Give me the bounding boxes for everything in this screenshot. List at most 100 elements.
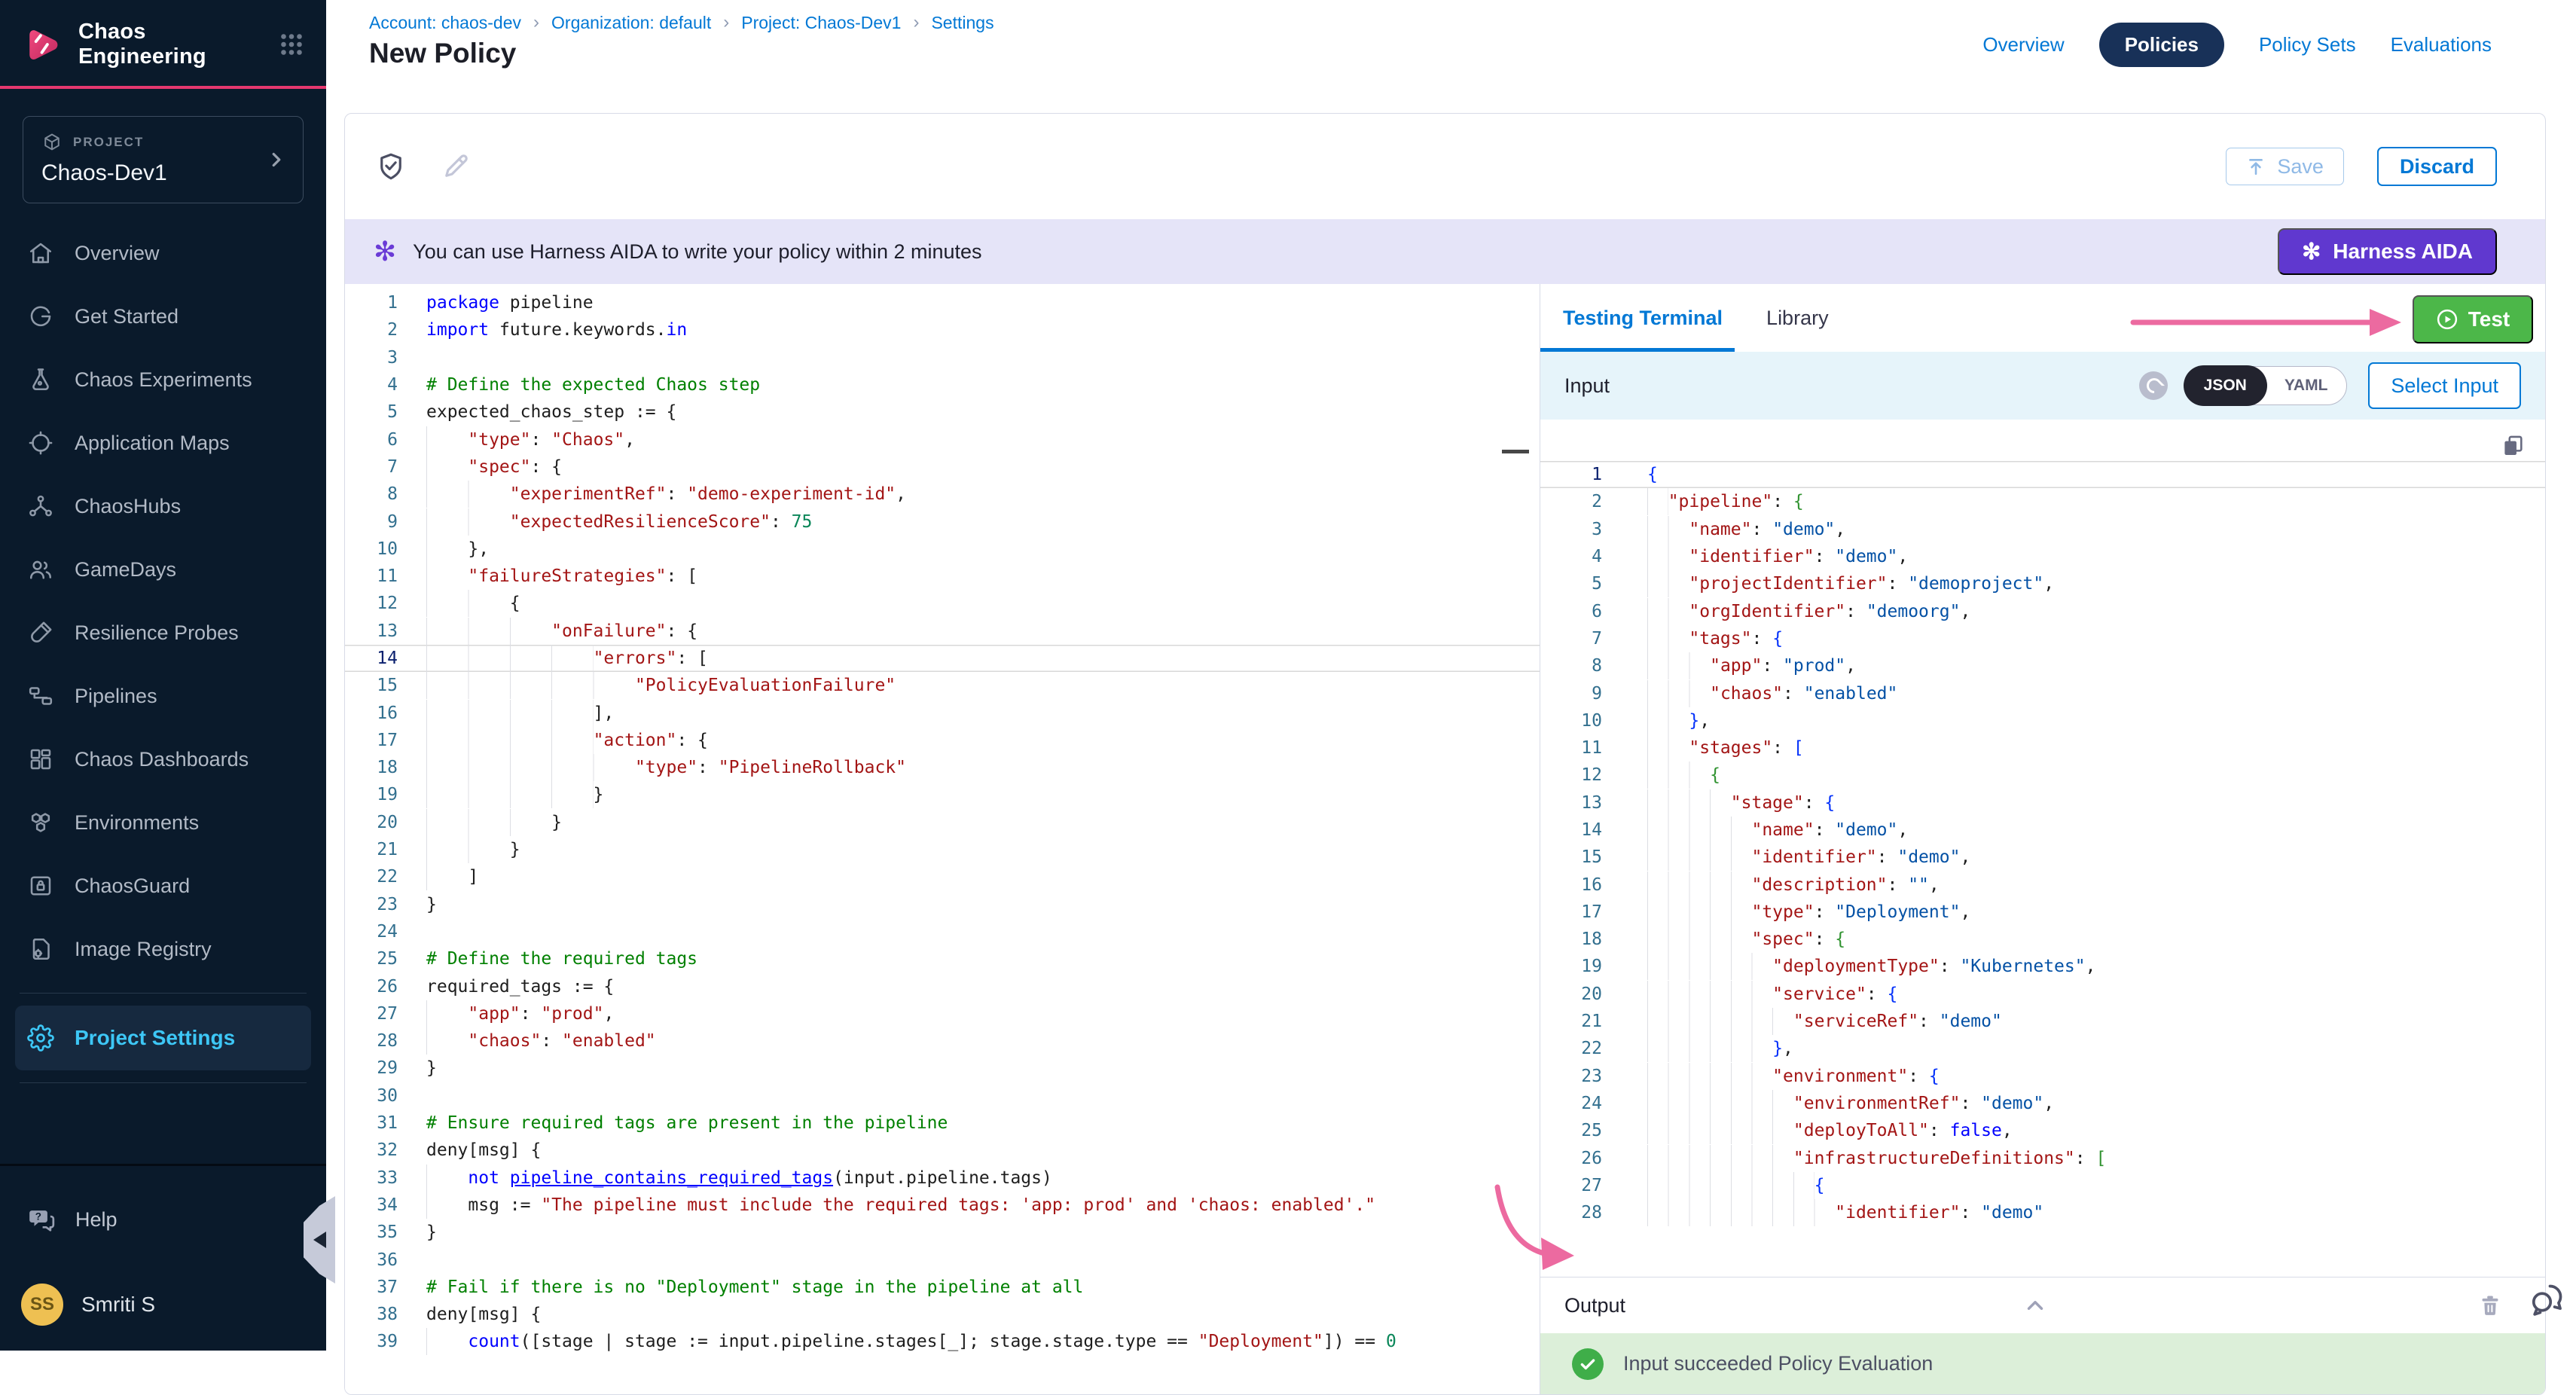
- code-line[interactable]: 25# Define the required tags: [345, 945, 1540, 972]
- code-line[interactable]: 14 "errors": [: [345, 645, 1540, 672]
- code-line[interactable]: 26 "infrastructureDefinitions": [: [1540, 1144, 2545, 1171]
- shield-check-icon[interactable]: [375, 151, 407, 182]
- format-toggle[interactable]: JSON YAML: [2184, 366, 2348, 405]
- code-line[interactable]: 39 count([stage | stage := input.pipelin…: [345, 1328, 1540, 1355]
- code-line[interactable]: 35}: [345, 1219, 1540, 1246]
- test-button[interactable]: Test: [2413, 295, 2533, 343]
- code-line[interactable]: 24: [345, 918, 1540, 945]
- code-line[interactable]: 14 "name": "demo",: [1540, 817, 2545, 844]
- code-line[interactable]: 18 "spec": {: [1540, 926, 2545, 953]
- user-menu[interactable]: SS Smriti S: [21, 1284, 155, 1326]
- trash-icon[interactable]: [2477, 1293, 2503, 1318]
- code-line[interactable]: 29}: [345, 1055, 1540, 1082]
- code-line[interactable]: 33 not pipeline_contains_required_tags(i…: [345, 1165, 1540, 1192]
- input-json-editor[interactable]: 1{2 "pipeline": {3 "name": "demo",4 "ide…: [1540, 461, 2545, 1226]
- code-line[interactable]: 18 "type": "PipelineRollback": [345, 754, 1540, 781]
- code-line[interactable]: 17 "action": {: [345, 727, 1540, 754]
- code-line[interactable]: 23 "environment": {: [1540, 1063, 2545, 1090]
- nav-evaluations[interactable]: Evaluations: [2391, 33, 2492, 56]
- code-line[interactable]: 23}: [345, 891, 1540, 918]
- code-line[interactable]: 5expected_chaos_step := {: [345, 398, 1540, 426]
- sidebar-item-chaosguard[interactable]: ChaosGuard: [0, 854, 326, 917]
- code-line[interactable]: 16 "description": "",: [1540, 871, 2545, 898]
- code-line[interactable]: 6 "type": "Chaos",: [345, 426, 1540, 453]
- code-line[interactable]: 36: [345, 1246, 1540, 1273]
- code-line[interactable]: 34 msg := "The pipeline must include the…: [345, 1192, 1540, 1219]
- sidebar-item-pipelines[interactable]: Pipelines: [0, 664, 326, 728]
- code-line[interactable]: 37# Fail if there is no "Deployment" sta…: [345, 1274, 1540, 1301]
- harness-aida-button[interactable]: ✻ Harness AIDA: [2278, 228, 2497, 275]
- save-button[interactable]: Save: [2226, 148, 2344, 185]
- code-line[interactable]: 26required_tags := {: [345, 972, 1540, 1000]
- code-line[interactable]: 8 "app": "prod",: [1540, 652, 2545, 679]
- code-line[interactable]: 7 "spec": {: [345, 453, 1540, 481]
- sidebar-item-application-maps[interactable]: Application Maps: [0, 411, 326, 475]
- format-option-yaml[interactable]: YAML: [2266, 377, 2347, 395]
- code-line[interactable]: 20 }: [345, 809, 1540, 836]
- code-line[interactable]: 17 "type": "Deployment",: [1540, 899, 2545, 926]
- project-selector[interactable]: PROJECT Chaos-Dev1: [23, 116, 304, 203]
- code-line[interactable]: 1package pipeline: [345, 289, 1540, 316]
- breadcrumb-link[interactable]: Account: chaos-dev: [369, 13, 521, 33]
- nav-policy-sets[interactable]: Policy Sets: [2259, 33, 2356, 56]
- tab-testing-terminal[interactable]: Testing Terminal: [1563, 307, 1723, 330]
- code-line[interactable]: 4 "identifier": "demo",: [1540, 543, 2545, 570]
- code-line[interactable]: 28 "identifier": "demo": [1540, 1199, 2545, 1226]
- code-line[interactable]: 38deny[msg] {: [345, 1301, 1540, 1328]
- code-line[interactable]: 7 "tags": {: [1540, 625, 2545, 652]
- code-line[interactable]: 10 },: [345, 536, 1540, 563]
- breadcrumb-link[interactable]: Project: Chaos-Dev1: [741, 13, 901, 33]
- sidebar-item-project-settings[interactable]: Project Settings: [15, 1006, 311, 1070]
- code-line[interactable]: 4# Define the expected Chaos step: [345, 371, 1540, 398]
- chat-bubbles-icon[interactable]: [2526, 1278, 2568, 1320]
- code-line[interactable]: 22 ]: [345, 863, 1540, 890]
- format-paint-icon[interactable]: [2139, 371, 2168, 400]
- app-grid-icon[interactable]: [278, 31, 305, 58]
- code-line[interactable]: 12 {: [345, 590, 1540, 617]
- code-line[interactable]: 6 "orgIdentifier": "demoorg",: [1540, 597, 2545, 624]
- code-line[interactable]: 11 "failureStrategies": [: [345, 563, 1540, 590]
- code-line[interactable]: 32deny[msg] {: [345, 1137, 1540, 1164]
- code-line[interactable]: 21 "serviceRef": "demo": [1540, 1008, 2545, 1035]
- code-line[interactable]: 28 "chaos": "enabled": [345, 1027, 1540, 1055]
- code-line[interactable]: 2 "pipeline": {: [1540, 488, 2545, 515]
- code-line[interactable]: 1{: [1540, 461, 2545, 488]
- code-line[interactable]: 2import future.keywords.in: [345, 316, 1540, 343]
- help-button[interactable]: ? Help: [27, 1205, 118, 1234]
- code-line[interactable]: 19 "deploymentType": "Kubernetes",: [1540, 953, 2545, 980]
- code-line[interactable]: 13 "onFailure": {: [345, 618, 1540, 645]
- format-option-json[interactable]: JSON: [2184, 365, 2267, 406]
- edit-pencil-icon[interactable]: [440, 151, 472, 182]
- code-line[interactable]: 24 "environmentRef": "demo",: [1540, 1090, 2545, 1117]
- tab-library[interactable]: Library: [1766, 307, 1829, 330]
- code-line[interactable]: 5 "projectIdentifier": "demoproject",: [1540, 570, 2545, 597]
- sidebar-item-gamedays[interactable]: GameDays: [0, 538, 326, 601]
- code-line[interactable]: 31# Ensure required tags are present in …: [345, 1110, 1540, 1137]
- select-input-button[interactable]: Select Input: [2368, 362, 2521, 409]
- code-line[interactable]: 22 },: [1540, 1035, 2545, 1062]
- code-line[interactable]: 12 {: [1540, 762, 2545, 789]
- code-line[interactable]: 10 },: [1540, 707, 2545, 734]
- code-line[interactable]: 9 "chaos": "enabled": [1540, 679, 2545, 707]
- code-line[interactable]: 27 "app": "prod",: [345, 1000, 1540, 1027]
- policy-code-editor[interactable]: 1package pipeline2import future.keywords…: [345, 284, 1540, 1394]
- code-line[interactable]: 3: [345, 344, 1540, 371]
- code-line[interactable]: 19 }: [345, 781, 1540, 808]
- sidebar-item-overview[interactable]: Overview: [0, 221, 326, 285]
- discard-button[interactable]: Discard: [2377, 147, 2497, 186]
- sidebar-item-resilience-probes[interactable]: Resilience Probes: [0, 601, 326, 664]
- nav-policies[interactable]: Policies: [2099, 23, 2224, 67]
- code-line[interactable]: 25 "deployToAll": false,: [1540, 1117, 2545, 1144]
- breadcrumb-link[interactable]: Organization: default: [551, 13, 711, 33]
- sidebar-item-chaoshubs[interactable]: ChaosHubs: [0, 475, 326, 538]
- code-line[interactable]: 15 "identifier": "demo",: [1540, 844, 2545, 871]
- chevron-up-icon[interactable]: [2022, 1293, 2048, 1318]
- code-line[interactable]: 8 "experimentRef": "demo-experiment-id",: [345, 481, 1540, 508]
- sidebar-item-image-registry[interactable]: Image Registry: [0, 917, 326, 981]
- code-line[interactable]: 3 "name": "demo",: [1540, 516, 2545, 543]
- code-line[interactable]: 16 ],: [345, 699, 1540, 726]
- code-line[interactable]: 13 "stage": {: [1540, 789, 2545, 817]
- copy-icon[interactable]: [2500, 433, 2526, 459]
- code-line[interactable]: 20 "service": {: [1540, 981, 2545, 1008]
- code-line[interactable]: 30: [345, 1082, 1540, 1110]
